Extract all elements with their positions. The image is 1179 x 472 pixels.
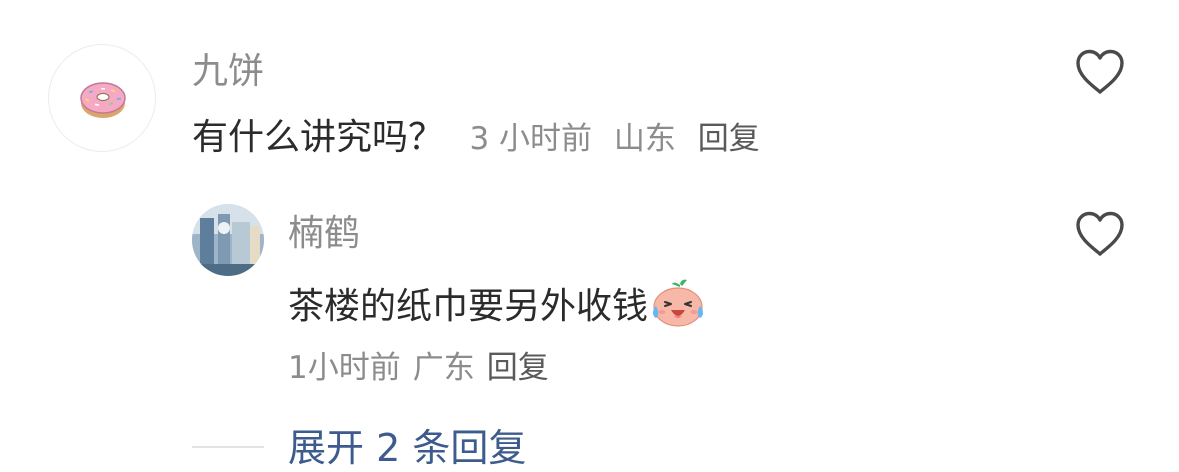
reply-location: 广东 [412, 350, 475, 386]
comment-reply-button[interactable]: 回复 [698, 121, 760, 157]
donut-icon [80, 82, 126, 118]
comment-meta: 3 小时前 山东 回复 [469, 121, 771, 157]
reply-text: 茶楼的纸巾要另外收钱 [288, 276, 706, 331]
laughing-crying-face-icon [653, 279, 704, 327]
like-button[interactable] [1074, 48, 1126, 96]
reply-time: 1小时前 [288, 350, 401, 386]
avatar[interactable] [48, 44, 156, 152]
expand-replies-button[interactable]: 展开 2 条回复 [288, 424, 526, 472]
comment-time: 3 小时前 [469, 121, 593, 157]
like-button[interactable] [1074, 210, 1126, 258]
expand-divider [192, 446, 264, 448]
reply-meta: 1小时前 广东 回复 [288, 348, 561, 388]
heart-outline-icon [1076, 49, 1124, 94]
reply-reply-button[interactable]: 回复 [487, 350, 549, 386]
reply-username[interactable]: 楠鹤 [288, 212, 360, 256]
comment-username[interactable]: 九饼 [192, 50, 264, 94]
user-photo-icon [192, 204, 264, 276]
heart-outline-icon [1076, 211, 1124, 256]
comment-text: 有什么讲究吗？ 3 小时前 山东 回复 [192, 114, 772, 162]
reply-body: 茶楼的纸巾要另外收钱 [288, 286, 649, 327]
avatar[interactable] [192, 204, 264, 276]
comment-location: 山东 [613, 121, 676, 157]
comment-body: 有什么讲究吗？ [192, 117, 445, 158]
